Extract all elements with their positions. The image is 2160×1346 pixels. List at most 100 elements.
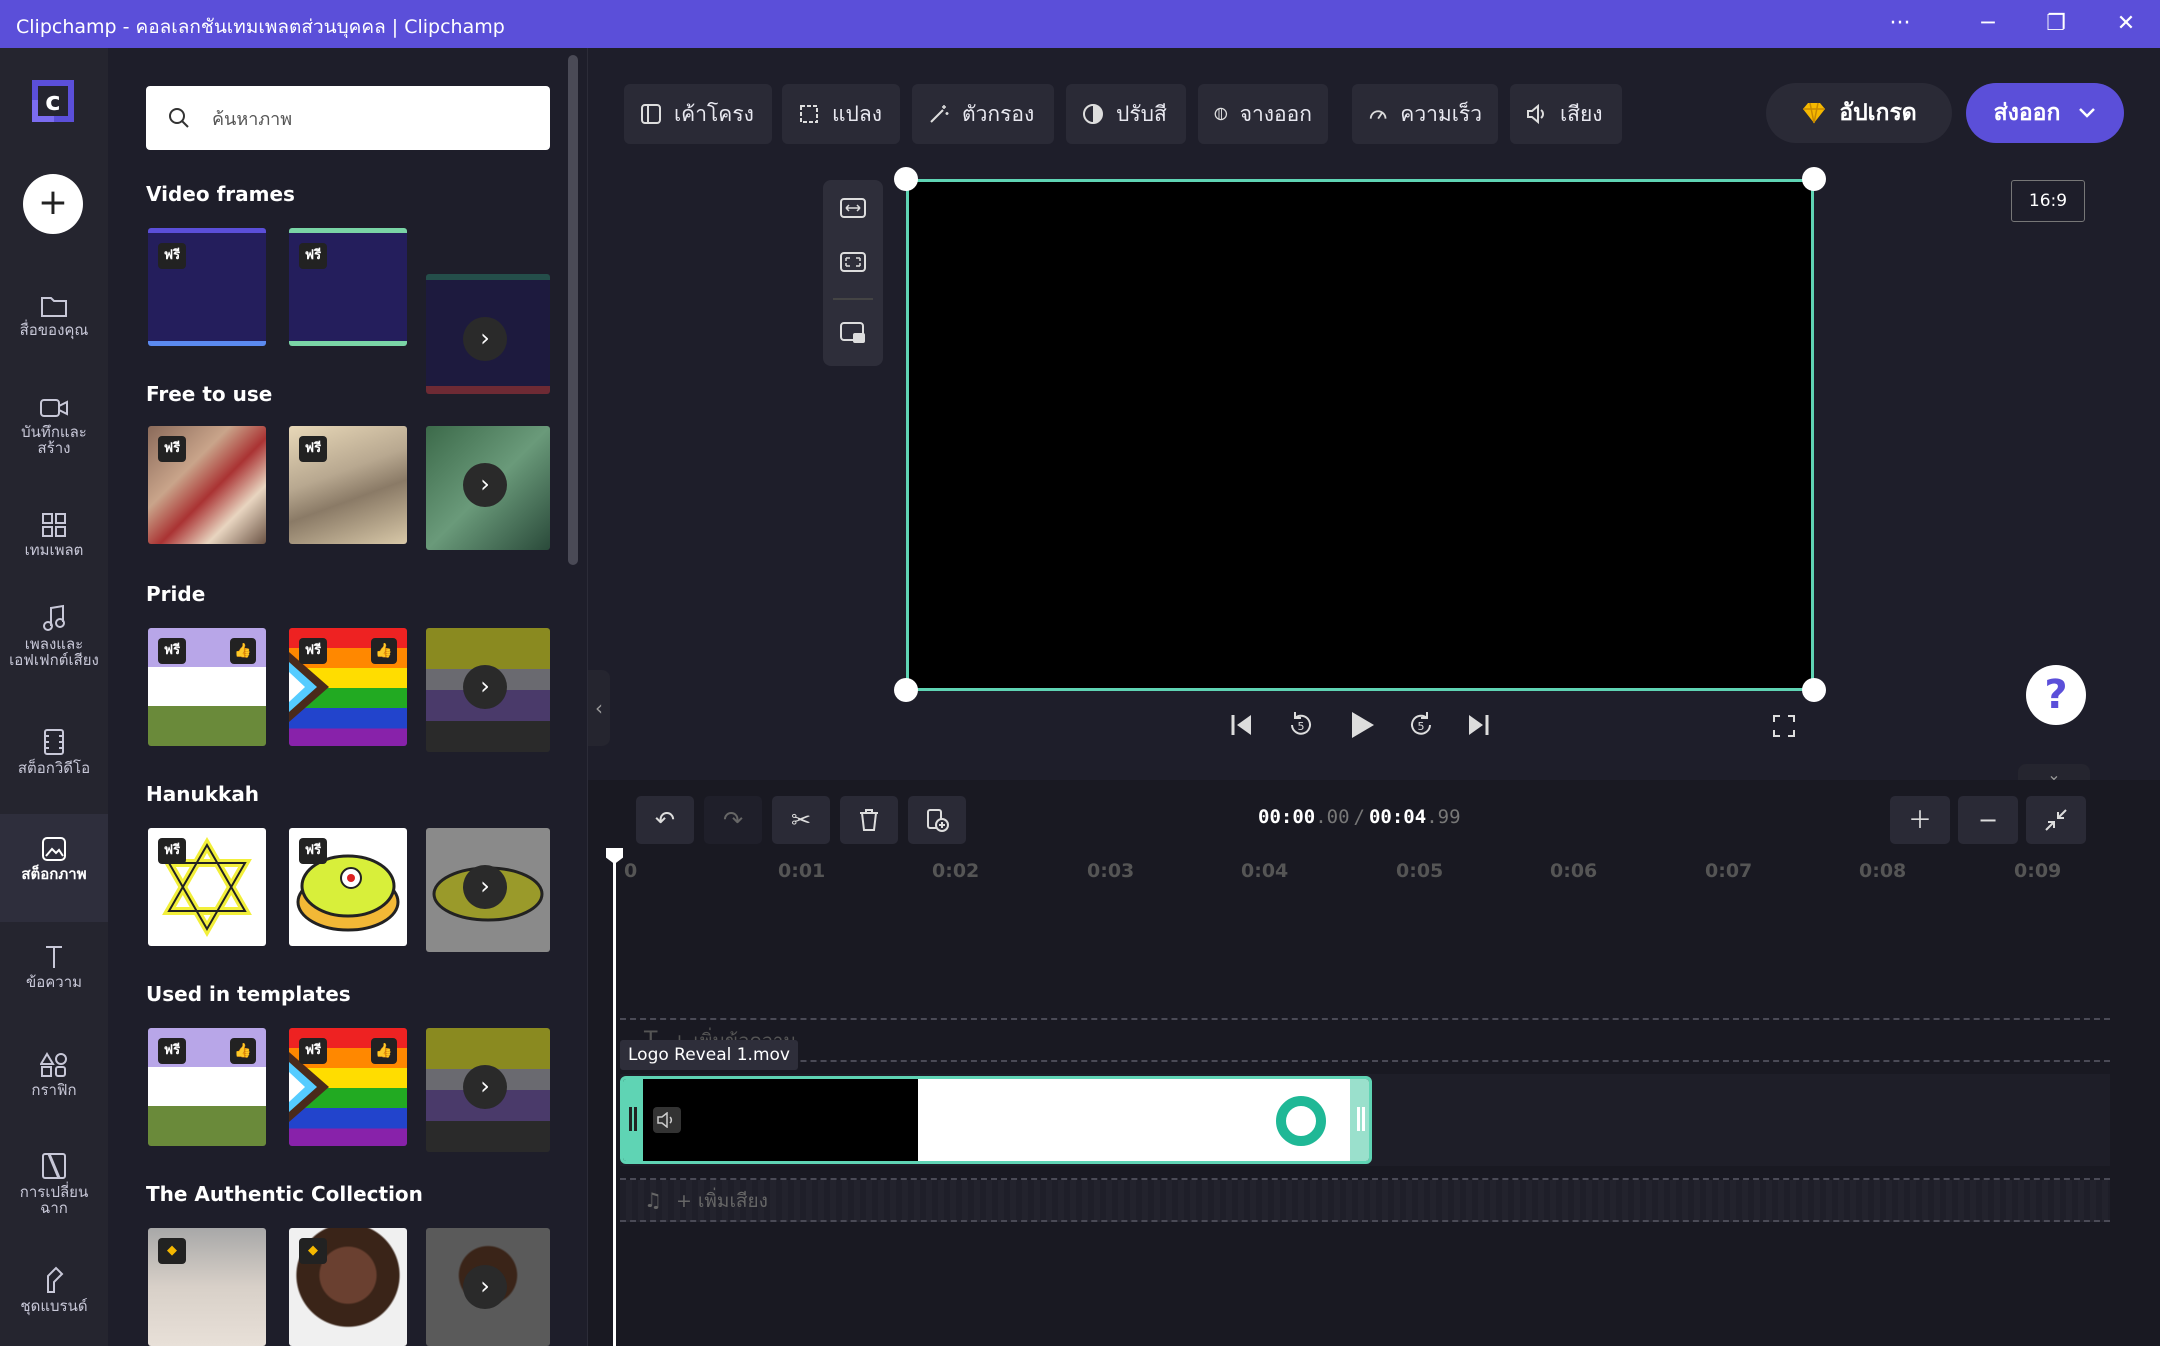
more-options-button[interactable]: ··· bbox=[1876, 6, 1924, 42]
image-thumbnail[interactable]: ฟรี bbox=[148, 228, 266, 346]
aspect-ratio-button[interactable]: 16:9 bbox=[2011, 180, 2085, 222]
image-thumbnail[interactable]: ฟรี bbox=[148, 828, 266, 946]
rail-item-brand-kit[interactable]: ชุดแบรนด์ bbox=[0, 1266, 108, 1336]
speaker-icon bbox=[1527, 103, 1544, 125]
see-more-thumbnail[interactable]: › bbox=[426, 628, 550, 752]
clipchamp-logo[interactable]: c bbox=[26, 74, 80, 128]
forward-5s-icon[interactable]: 5 bbox=[1406, 710, 1436, 740]
speed-button[interactable]: ความเร็ว bbox=[1352, 84, 1498, 144]
see-more-thumbnail[interactable]: › bbox=[426, 1028, 550, 1152]
free-badge: ฟรี bbox=[299, 1038, 327, 1064]
audio-track[interactable] bbox=[620, 1180, 2110, 1222]
see-more-thumbnail[interactable]: › bbox=[426, 1228, 550, 1346]
image-thumbnail[interactable]: ฟรี bbox=[289, 426, 407, 544]
redo-button[interactable]: ↷ bbox=[704, 796, 762, 844]
playhead[interactable] bbox=[613, 852, 616, 1346]
restore-button[interactable]: ❐ bbox=[2032, 6, 2080, 42]
rail-item-your-media[interactable]: สื่อของคุณ bbox=[0, 294, 108, 364]
chevron-right-icon[interactable]: › bbox=[463, 1265, 507, 1309]
chevron-right-icon[interactable]: › bbox=[463, 1065, 507, 1109]
clip-trim-handle-right[interactable] bbox=[1350, 1079, 1369, 1161]
image-thumbnail[interactable]: ฟรี 👍 bbox=[148, 1028, 266, 1146]
image-icon bbox=[42, 837, 66, 861]
clip-trim-handle-left[interactable] bbox=[623, 1079, 643, 1161]
rail-item-music-sfx[interactable]: เพลงและเอฟเฟกต์เสียง bbox=[0, 604, 108, 704]
rail-item-text[interactable]: ข้อความ bbox=[0, 944, 108, 1014]
resize-handle[interactable] bbox=[1802, 167, 1826, 191]
image-thumbnail[interactable]: ฟรี bbox=[289, 228, 407, 346]
see-more-thumbnail[interactable]: › bbox=[426, 828, 550, 952]
fit-timeline-button[interactable] bbox=[2026, 796, 2086, 844]
undo-button[interactable]: ↶ bbox=[636, 796, 694, 844]
filters-button[interactable]: ตัวกรอง bbox=[912, 84, 1054, 144]
export-button[interactable]: ส่งออก bbox=[1966, 83, 2124, 143]
free-badge: ฟรี bbox=[158, 436, 186, 462]
ruler-tick: 0:04 bbox=[1241, 860, 1289, 882]
image-thumbnail[interactable]: ฟรี 👍 bbox=[289, 1028, 407, 1146]
panel-scrollbar[interactable] bbox=[568, 55, 578, 565]
rewind-5s-icon[interactable]: 5 bbox=[1286, 710, 1316, 740]
text-icon bbox=[46, 946, 62, 968]
track-border bbox=[620, 1060, 2110, 1062]
image-thumbnail[interactable]: ฟรี bbox=[148, 426, 266, 544]
rail-item-graphics[interactable]: กราฟิก bbox=[0, 1052, 108, 1122]
see-more-thumbnail[interactable]: › bbox=[426, 426, 550, 550]
section-title-authentic-collection: The Authentic Collection bbox=[146, 1182, 423, 1206]
collapse-panel-button[interactable]: ‹ bbox=[588, 670, 610, 746]
help-button[interactable]: ? bbox=[2026, 665, 2086, 725]
rail-item-transitions[interactable]: การเปลี่ยนฉาก bbox=[0, 1152, 108, 1242]
chevron-right-icon[interactable]: › bbox=[463, 865, 507, 909]
timecode: 00:00.00/00:04.99 bbox=[1258, 806, 1461, 828]
video-clip[interactable] bbox=[620, 1076, 1372, 1164]
speaker-icon bbox=[657, 1111, 673, 1129]
split-button[interactable]: ✂ bbox=[772, 796, 830, 844]
rail-item-stock-images[interactable]: สต็อกภาพ bbox=[0, 814, 108, 922]
trash-icon bbox=[860, 809, 878, 831]
fit-width-icon[interactable] bbox=[840, 198, 866, 218]
upgrade-label: อัปเกรด bbox=[1839, 100, 1917, 126]
resize-handle[interactable] bbox=[1802, 678, 1826, 702]
skip-to-start-icon[interactable] bbox=[1230, 712, 1254, 738]
duplicate-button[interactable] bbox=[908, 796, 966, 844]
resize-handle[interactable] bbox=[894, 678, 918, 702]
image-thumbnail[interactable]: ◆ bbox=[148, 1228, 266, 1346]
skip-to-end-icon[interactable] bbox=[1466, 712, 1490, 738]
clip-mute-button[interactable] bbox=[653, 1107, 681, 1133]
adjust-colors-button[interactable]: ปรับสี bbox=[1066, 84, 1186, 144]
picture-in-picture-icon[interactable] bbox=[840, 322, 866, 344]
fill-frame-icon[interactable] bbox=[840, 252, 866, 272]
image-thumbnail[interactable]: ฟรี 👍 bbox=[148, 628, 266, 746]
search-box[interactable]: ค้นหาภาพ bbox=[146, 86, 550, 150]
transform-button[interactable]: แปลง bbox=[782, 84, 900, 144]
image-thumbnail[interactable]: ◆ bbox=[289, 1228, 407, 1346]
rail-item-templates[interactable]: เทมเพลต bbox=[0, 512, 108, 582]
play-icon[interactable] bbox=[1348, 710, 1376, 740]
minimize-button[interactable]: ─ bbox=[1964, 6, 2012, 42]
chevron-right-icon[interactable]: › bbox=[463, 665, 507, 709]
see-more-thumbnail[interactable]: › bbox=[426, 274, 550, 394]
chevron-right-icon[interactable]: › bbox=[463, 317, 507, 361]
rail-label: เทมเพลต bbox=[24, 541, 84, 559]
search-input[interactable]: ค้นหาภาพ bbox=[212, 104, 292, 133]
add-audio-track[interactable]: ♫ + เพิ่มเสียง bbox=[644, 1186, 768, 1216]
image-thumbnail[interactable]: ฟรี 👍 bbox=[289, 628, 407, 746]
resize-handle[interactable] bbox=[894, 167, 918, 191]
audio-button[interactable]: เสียง bbox=[1510, 84, 1622, 144]
fade-button[interactable]: จางออก bbox=[1198, 84, 1328, 144]
delete-button[interactable] bbox=[840, 796, 898, 844]
rail-label: สต็อกวิดีโอ bbox=[17, 759, 91, 777]
video-preview-canvas[interactable] bbox=[906, 179, 1814, 691]
rail-item-record-create[interactable]: บันทึกและสร้าง bbox=[0, 396, 108, 486]
layout-button[interactable]: เค้าโครง bbox=[624, 84, 772, 144]
close-button[interactable]: ✕ bbox=[2102, 6, 2150, 42]
shrink-icon bbox=[2045, 809, 2067, 831]
fullscreen-icon[interactable] bbox=[1772, 714, 1796, 738]
zoom-in-button[interactable]: ＋ bbox=[1890, 796, 1950, 844]
chevron-right-icon[interactable]: › bbox=[463, 463, 507, 507]
rail-item-stock-video[interactable]: สต็อกวิดีโอ bbox=[0, 728, 108, 798]
image-thumbnail[interactable]: ฟรี bbox=[289, 828, 407, 946]
create-button[interactable]: + bbox=[23, 174, 83, 234]
zoom-out-button[interactable]: − bbox=[1958, 796, 2018, 844]
upgrade-button[interactable]: อัปเกรด bbox=[1766, 83, 1952, 143]
premium-diamond-icon: ◆ bbox=[299, 1238, 327, 1264]
